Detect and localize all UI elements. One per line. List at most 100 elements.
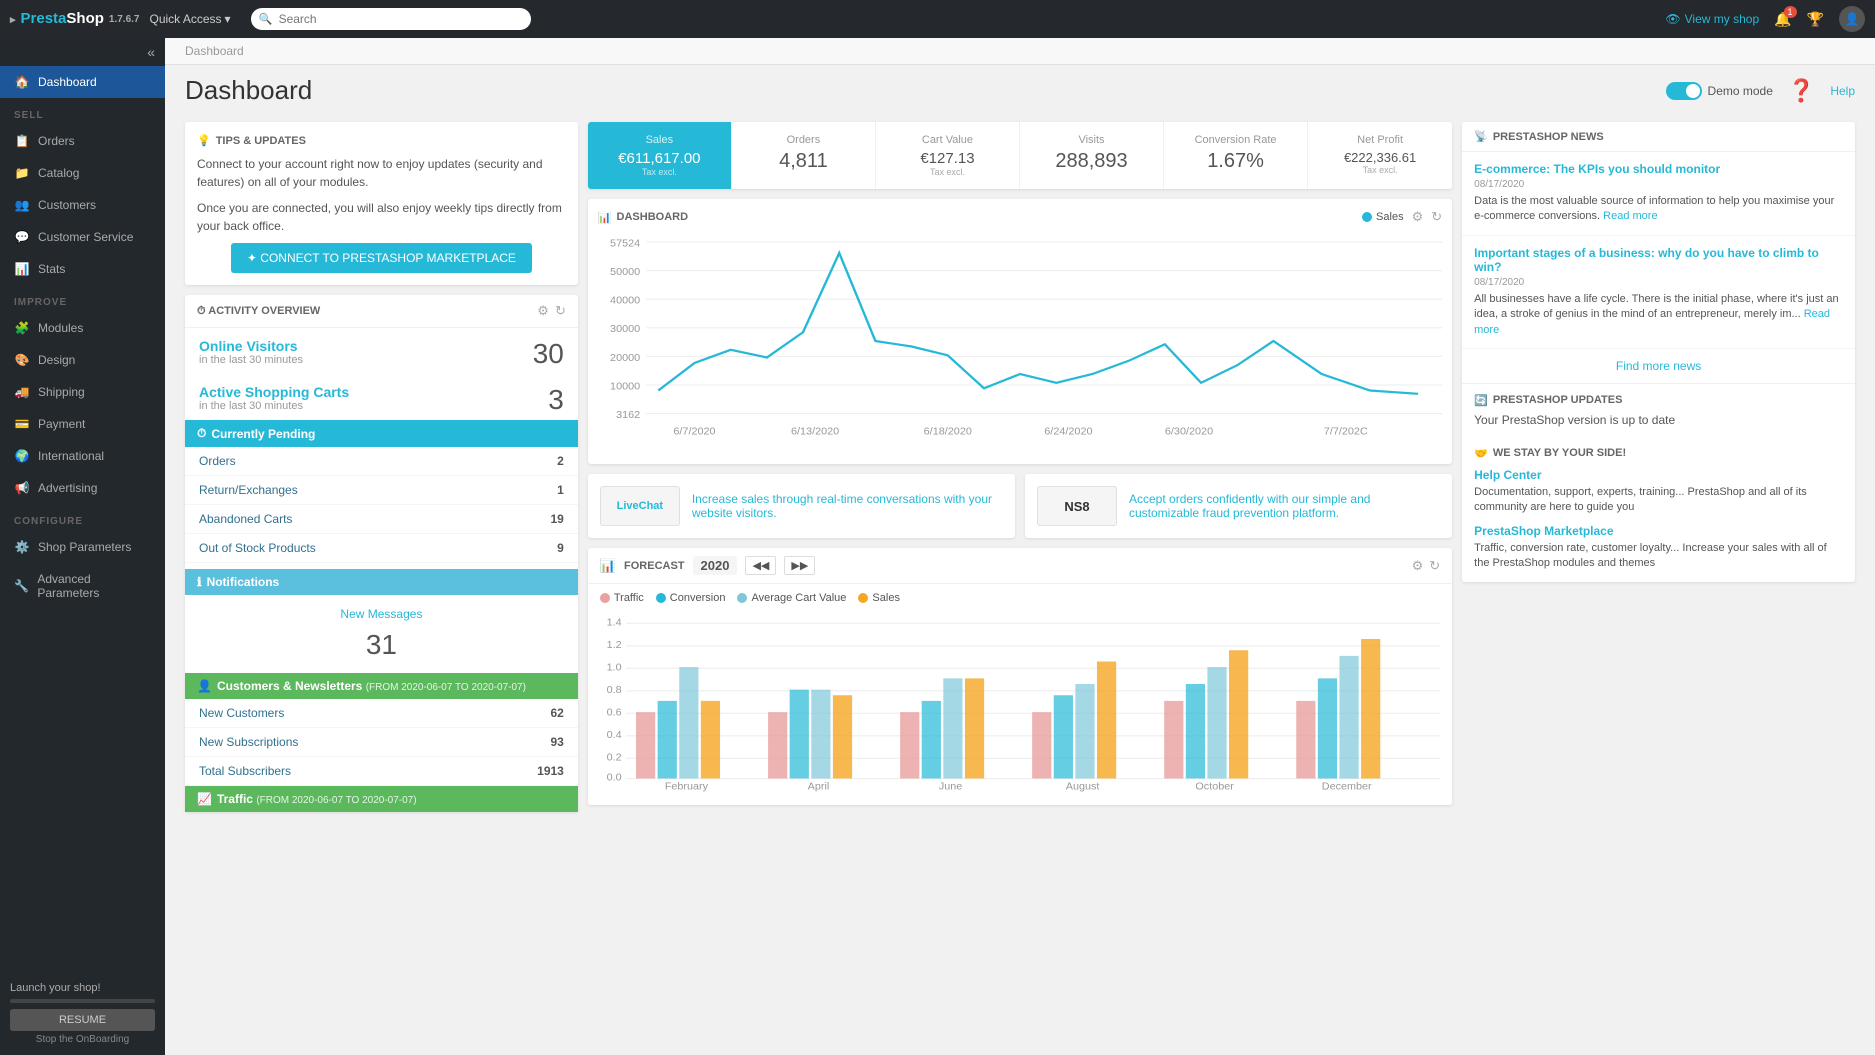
news-item-0-read-more[interactable]: Read more [1603,210,1657,222]
orders-pending-link[interactable]: Orders [199,454,236,468]
sponsors-row: LiveChat Increase sales through real-tim… [588,474,1452,538]
sidebar-section-improve: IMPROVE [0,285,165,312]
sidebar-item-shipping[interactable]: 🚚 Shipping [0,376,165,408]
svg-text:57524: 57524 [610,239,640,249]
sidebar-item-orders[interactable]: 📋 Orders [0,125,165,157]
customers-icon: 👥 [14,198,30,212]
active-carts-label[interactable]: Active Shopping Carts [199,384,349,400]
stat-cell-cart-value[interactable]: Cart Value €127.13 Tax excl. [876,122,1020,189]
forecast-next-button[interactable]: ▶▶ [784,556,815,575]
advanced-parameters-icon: 🔧 [14,579,29,593]
returns-pending-link[interactable]: Return/Exchanges [199,483,298,497]
livechat-text[interactable]: Increase sales through real-time convers… [692,492,1003,520]
sidebar-item-dashboard[interactable]: 🏠 Dashboard [0,66,165,98]
user-avatar-button[interactable]: 👤 [1839,6,1865,32]
forecast-refresh-button[interactable]: ↻ [1429,558,1440,574]
abandoned-carts-link[interactable]: Abandoned Carts [199,512,292,526]
forecast-prev-button[interactable]: ◀◀ [745,556,776,575]
forecast-settings-button[interactable]: ⚙ [1412,558,1424,574]
legend-traffic: Traffic [600,592,644,604]
trophy-button[interactable]: 🏆 [1807,11,1824,28]
chart-legend-sales: Sales [1376,211,1404,223]
forecast-year: 2020 [693,556,738,575]
main-content: Dashboard Dashboard Demo mode ❓ Help [165,38,1875,1055]
online-visitors-label[interactable]: Online Visitors [199,338,303,354]
sidebar-item-advertising[interactable]: 📢 Advertising [0,472,165,504]
sidebar-item-international[interactable]: 🌍 International [0,440,165,472]
sidebar-item-customer-service[interactable]: 💬 Customer Service [0,221,165,253]
forecast-tools: ⚙ ↻ [1412,558,1441,574]
customers-date: (FROM 2020-06-07 TO 2020-07-07) [366,682,526,693]
sidebar-section-sell: SELL [0,98,165,125]
total-subscribers-link[interactable]: Total Subscribers [199,764,291,778]
demo-mode-toggle[interactable] [1666,82,1702,100]
chart-settings-button[interactable]: ⚙ [1412,209,1424,225]
notifications-count: 31 [199,625,564,665]
help-button[interactable]: ❓ [1788,78,1815,104]
advertising-icon: 📢 [14,481,30,495]
sidebar-item-payment[interactable]: 💳 Payment [0,408,165,440]
brand-prestashop: PrestaShop [21,10,104,28]
new-subscriptions-link[interactable]: New Subscriptions [199,735,298,749]
forecast-chart-icon: 📊 [600,558,616,574]
sidebar-item-catalog[interactable]: 📁 Catalog [0,157,165,189]
svg-text:30000: 30000 [610,325,640,335]
sidebar-item-modules[interactable]: 🧩 Modules [0,312,165,344]
find-more-news-link[interactable]: Find more news [1462,349,1855,384]
marketplace-link[interactable]: PrestaShop Marketplace [1474,524,1843,538]
stat-cell-net-profit[interactable]: Net Profit €222,336.61 Tax excl. [1308,122,1452,189]
international-icon: 🌍 [14,449,30,463]
notifications-button[interactable]: 🔔 1 [1774,11,1791,28]
new-messages-link[interactable]: New Messages [199,607,564,621]
livechat-sponsor-card: LiveChat Increase sales through real-tim… [588,474,1015,538]
resume-button[interactable]: RESUME [10,1009,155,1031]
help-center-link[interactable]: Help Center [1474,468,1843,482]
brand-logo-area: ▸ PrestaShop 1.7.6.7 [10,10,140,28]
stat-cell-conversion[interactable]: Conversion Rate 1.67% [1164,122,1308,189]
tips-icon: 💡 [197,134,211,147]
news-title-header: 📡 PRESTASHOP NEWS [1462,122,1855,152]
news-item-1-text: All businesses have a life cycle. There … [1474,292,1843,338]
out-of-stock-link[interactable]: Out of Stock Products [199,541,316,555]
stay-title: 🤝 WE STAY BY YOUR SIDE! [1474,447,1843,460]
news-item-0-title[interactable]: E-commerce: The KPIs you should monitor [1474,162,1843,176]
sidebar-collapse-button[interactable]: « [147,44,155,60]
stop-onboarding-link[interactable]: Stop the OnBoarding [10,1034,155,1045]
sidebar-item-advanced-parameters[interactable]: 🔧 Advanced Parameters [0,563,165,609]
launch-shop-label: Launch your shop! [10,982,155,994]
sidebar-toggle-area: « [0,38,165,66]
stay-icon: 🤝 [1474,447,1488,460]
stat-cell-sales[interactable]: Sales €611,617.00 Tax excl. [588,122,732,189]
page-title: Dashboard [185,75,312,106]
dashboard-chart-card: 📊 DASHBOARD Sales ⚙ ↻ [588,199,1452,464]
ns8-text[interactable]: Accept orders confidently with our simpl… [1129,492,1440,520]
chart-icon: 📊 [598,211,612,224]
chart-refresh-button[interactable]: ↻ [1431,209,1442,225]
activity-settings-button[interactable]: ⚙ [537,303,549,319]
quick-access-button[interactable]: Quick Access ▾ [150,12,231,26]
stat-cell-visits[interactable]: Visits 288,893 [1020,122,1164,189]
activity-refresh-button[interactable]: ↻ [555,303,566,319]
svg-text:0.6: 0.6 [606,708,621,719]
returns-pending-count: 1 [557,483,564,497]
net-profit-note: Tax excl. [1318,165,1442,175]
news-item-1-title[interactable]: Important stages of a business: why do y… [1474,246,1843,274]
search-input[interactable] [251,8,531,30]
stay-side-section: 🤝 WE STAY BY YOUR SIDE! Help Center Docu… [1462,437,1855,582]
stat-cell-orders[interactable]: Orders 4,811 [732,122,876,189]
cart-value-label: Cart Value [886,134,1009,146]
shop-parameters-icon: ⚙️ [14,540,30,554]
sidebar-item-stats[interactable]: 📊 Stats [0,253,165,285]
right-column: 📡 PRESTASHOP NEWS E-commerce: The KPIs y… [1462,122,1855,812]
chart-legend-dot [1362,212,1372,222]
forecast-bar-chart-wrap: 1.4 1.2 1.0 0.8 0.6 0.4 0.2 0.0 [588,612,1452,805]
sidebar-item-design[interactable]: 🎨 Design [0,344,165,376]
connect-marketplace-button[interactable]: ✦ CONNECT TO PRESTASHOP MARKETPLACE [231,243,532,273]
svg-text:February: February [665,782,709,792]
demo-mode-area: Demo mode [1666,82,1773,100]
view-my-shop-button[interactable]: 👁 View my shop [1665,12,1759,26]
stats-bar: Sales €611,617.00 Tax excl. Orders 4,811… [588,122,1452,189]
sidebar-item-customers[interactable]: 👥 Customers [0,189,165,221]
sidebar-item-shop-parameters[interactable]: ⚙️ Shop Parameters [0,531,165,563]
new-customers-link[interactable]: New Customers [199,706,284,720]
